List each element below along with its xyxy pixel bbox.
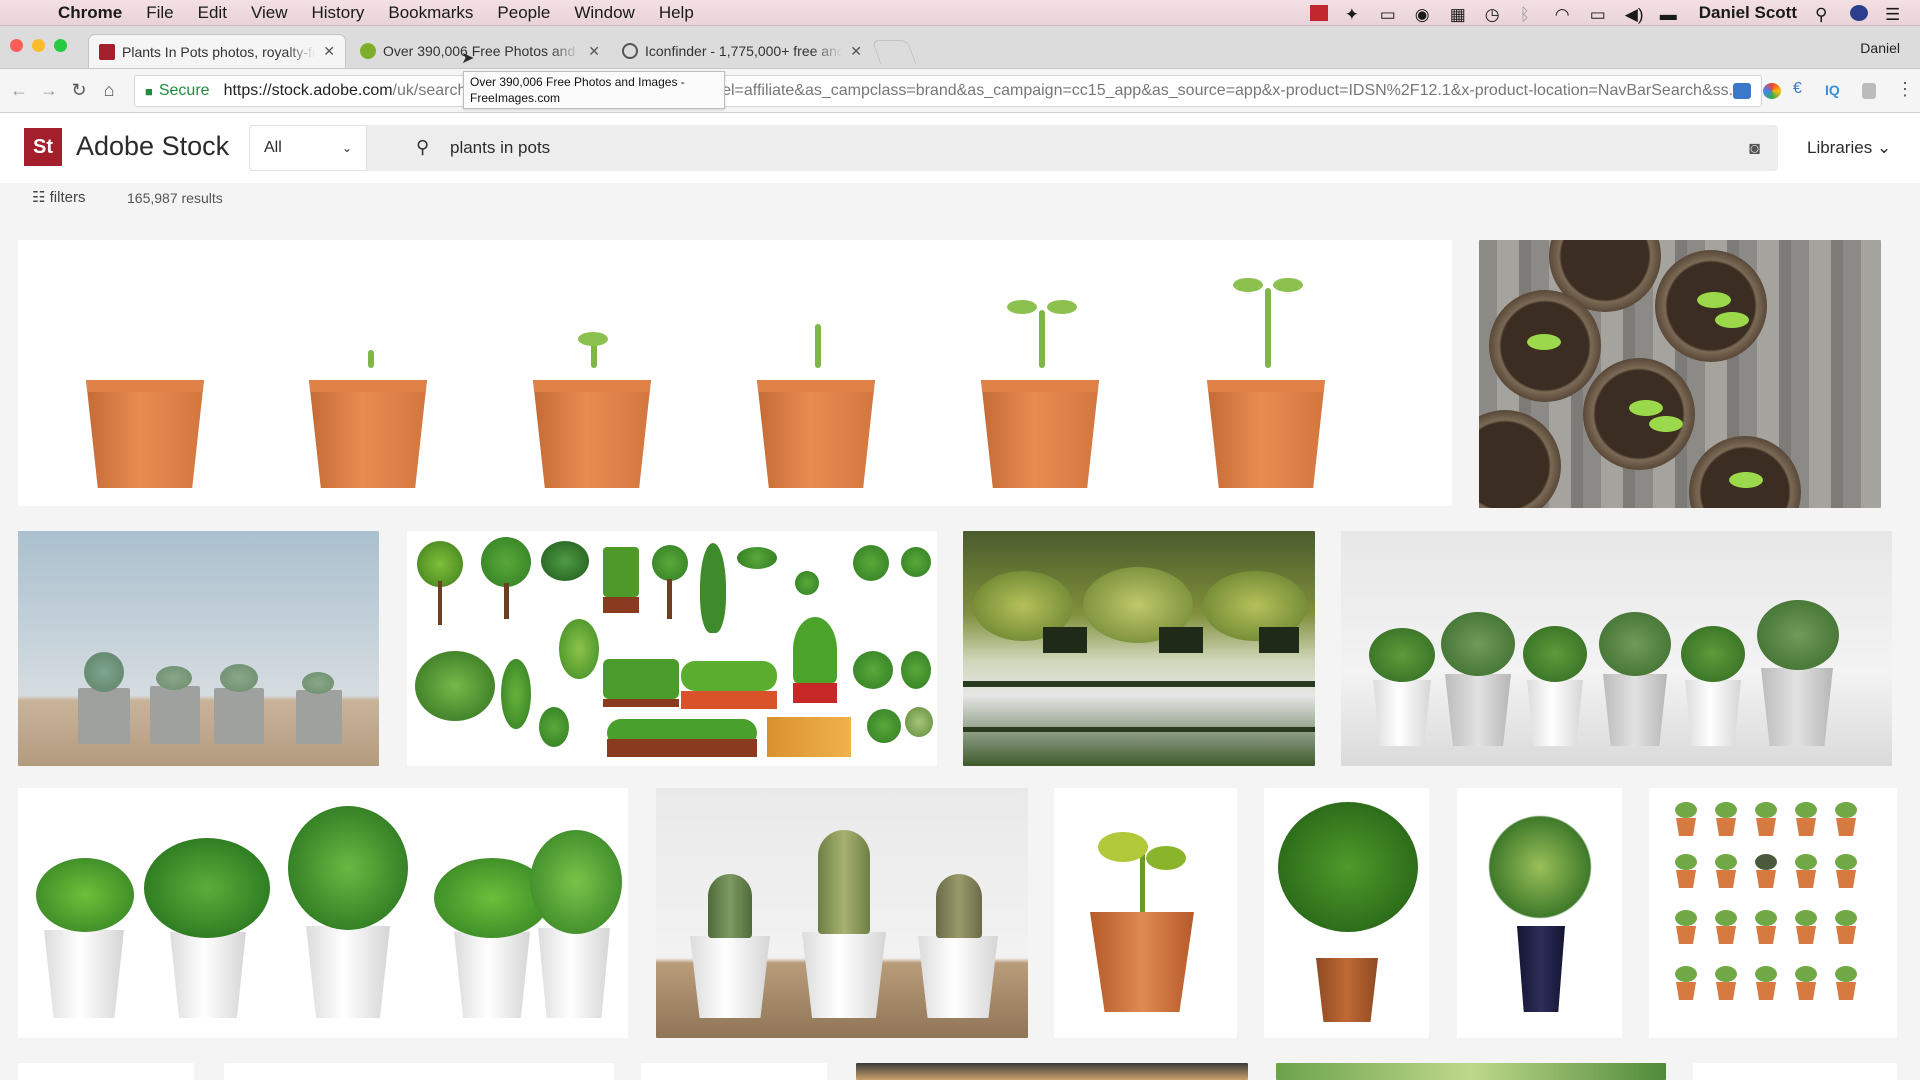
time-machine-icon[interactable]: ◷ — [1485, 5, 1503, 24]
image-tile-partial[interactable] — [1693, 1063, 1897, 1080]
chevron-down-icon: ⌄ — [341, 141, 352, 155]
browser-tab-strip: Plants In Pots photos, royalty-free imag… — [0, 26, 1920, 69]
adobe-stock-logo[interactable]: St — [24, 128, 62, 166]
forward-icon[interactable]: → — [38, 80, 60, 101]
chrome-menu-icon[interactable]: ⋮ — [1896, 79, 1914, 99]
menu-help[interactable]: Help — [659, 3, 694, 23]
libraries-menu[interactable]: Libraries ⌄ — [1807, 138, 1891, 158]
lock-icon: ■ — [145, 83, 153, 99]
home-icon[interactable]: ⌂ — [98, 80, 120, 101]
battery-icon[interactable]: ▬ — [1660, 5, 1678, 24]
menu-bookmarks[interactable]: Bookmarks — [388, 3, 473, 23]
chrome-extension-icon[interactable] — [1763, 83, 1781, 99]
results-count: 165,987 results — [127, 190, 223, 206]
image-tile-plant-clipart-set[interactable] — [407, 531, 937, 766]
url-host: https://stock.adobe.com — [223, 82, 393, 99]
menu-app-name[interactable]: Chrome — [58, 3, 122, 23]
image-tile-partial[interactable] — [224, 1063, 614, 1080]
image-tile-succulents-concrete[interactable] — [18, 531, 379, 766]
spotlight-icon[interactable]: ⚲ — [1815, 5, 1833, 24]
tab-freeimages[interactable]: Over 390,006 Free Photos and Images - Fr… — [350, 34, 610, 68]
image-tile-single-sprout-pot[interactable] — [1054, 788, 1237, 1038]
zoom-window-button[interactable] — [54, 39, 67, 52]
image-tile-partial[interactable] — [641, 1063, 827, 1080]
new-tab-button[interactable] — [871, 40, 917, 64]
euro-extension-icon[interactable]: € — [1793, 80, 1811, 97]
profile-name[interactable]: Daniel — [1860, 40, 1900, 56]
image-tile-cacti-white-pots[interactable] — [656, 788, 1028, 1038]
menu-edit[interactable]: Edit — [198, 3, 227, 23]
creative-cloud-icon[interactable]: ◉ — [1415, 5, 1433, 24]
libraries-label: Libraries — [1807, 138, 1873, 157]
tab-title: Over 390,006 Free Photos and Images - Fr… — [383, 43, 580, 59]
adobe-stock-favicon — [99, 43, 115, 60]
close-tab-icon[interactable]: ✕ — [323, 43, 335, 60]
volume-icon[interactable]: ◀) — [1625, 5, 1644, 24]
menu-history[interactable]: History — [311, 3, 364, 23]
sliders-icon: ☷ — [32, 189, 46, 206]
address-bar[interactable]: ■ Secure https://stock.adobe.com/uk/sear… — [134, 75, 1762, 107]
camera-search-icon[interactable]: ◙ — [1749, 138, 1760, 159]
image-tile-hanging-plants[interactable] — [963, 531, 1315, 766]
search-bar: All ⌄ ⚲ plants in pots ◙ — [249, 125, 1778, 171]
iconfinder-favicon — [622, 43, 638, 59]
tab-title: Plants In Pots photos, royalty-free imag… — [122, 43, 316, 60]
bluetooth-icon[interactable]: ᛒ — [1520, 5, 1538, 24]
freeimages-favicon — [360, 43, 376, 59]
grid-app-icon[interactable]: ▦ — [1450, 5, 1468, 24]
tab-tooltip: Over 390,006 Free Photos and Images - Fr… — [463, 71, 725, 109]
close-tab-icon[interactable]: ✕ — [588, 43, 600, 60]
image-tile-dracaena-black-pot[interactable] — [1457, 788, 1622, 1038]
close-tab-icon[interactable]: ✕ — [850, 43, 862, 60]
notification-center-icon[interactable]: ☰ — [1885, 5, 1903, 24]
secure-label: Secure — [158, 82, 210, 99]
search-input[interactable]: plants in pots — [450, 138, 550, 158]
image-tile-peat-pots-seedlings[interactable] — [1479, 240, 1881, 508]
adobe-stock-header: St Adobe Stock All ⌄ ⚲ plants in pots ◙ … — [0, 113, 1920, 183]
siri-icon[interactable] — [1850, 4, 1868, 21]
browser-toolbar: ← → ↻ ⌂ ■ Secure https://stock.adobe.com… — [0, 69, 1920, 113]
image-tile-white-pots-row[interactable] — [1341, 531, 1892, 766]
minimize-window-button[interactable] — [32, 39, 45, 52]
search-icon: ⚲ — [416, 137, 430, 157]
calendar-extension-icon[interactable] — [1733, 83, 1751, 99]
brand-name[interactable]: Adobe Stock — [76, 131, 229, 162]
image-tile-partial[interactable] — [18, 1063, 194, 1080]
image-tile-small-pots-grid[interactable] — [1649, 788, 1897, 1038]
tab-adobe-stock[interactable]: Plants In Pots photos, royalty-free imag… — [88, 34, 346, 68]
menu-user-name[interactable]: Daniel Scott — [1699, 3, 1797, 23]
airplay-icon[interactable]: ▭ — [1590, 5, 1608, 24]
image-tile-partial[interactable] — [856, 1063, 1248, 1080]
mac-menu-bar: Chrome File Edit View History Bookmarks … — [0, 0, 1920, 26]
menu-people[interactable]: People — [497, 3, 550, 23]
reader-extension-icon[interactable] — [1862, 83, 1876, 99]
chevron-down-icon: ⌄ — [1876, 138, 1892, 157]
close-window-button[interactable] — [10, 39, 23, 52]
tab-iconfinder[interactable]: Iconfinder - 1,775,000+ free and premium… — [612, 34, 872, 68]
iq-extension-icon[interactable]: IQ — [1825, 82, 1843, 98]
url-text[interactable]: https://stock.adobe.com/uk/search?k=plan… — [224, 82, 1735, 100]
image-tile-herbs-white-pots[interactable] — [18, 788, 628, 1038]
recording-icon[interactable] — [1309, 4, 1328, 21]
reload-icon[interactable]: ↻ — [68, 80, 90, 101]
back-icon[interactable]: ← — [8, 80, 30, 101]
asset-type-select[interactable]: All ⌄ — [249, 125, 367, 171]
filters-label: filters — [49, 189, 86, 206]
asset-type-value: All — [264, 139, 282, 156]
display-icon[interactable]: ▭ — [1380, 5, 1398, 24]
mouse-pointer-icon: ➤ — [461, 50, 475, 67]
image-tile-terracotta-pots-growth[interactable] — [18, 240, 1452, 506]
menu-window[interactable]: Window — [574, 3, 634, 23]
wifi-icon[interactable]: ◠ — [1555, 5, 1573, 24]
menu-file[interactable]: File — [146, 3, 173, 23]
filters-toggle[interactable]: ☷ filters — [32, 188, 85, 206]
dropbox-icon[interactable]: ✦ — [1345, 5, 1363, 24]
image-tile-palm-in-pot[interactable] — [1264, 788, 1429, 1038]
image-tile-partial[interactable] — [1276, 1063, 1666, 1080]
tab-title: Iconfinder - 1,775,000+ free and premium… — [645, 43, 843, 59]
menu-view[interactable]: View — [251, 3, 288, 23]
